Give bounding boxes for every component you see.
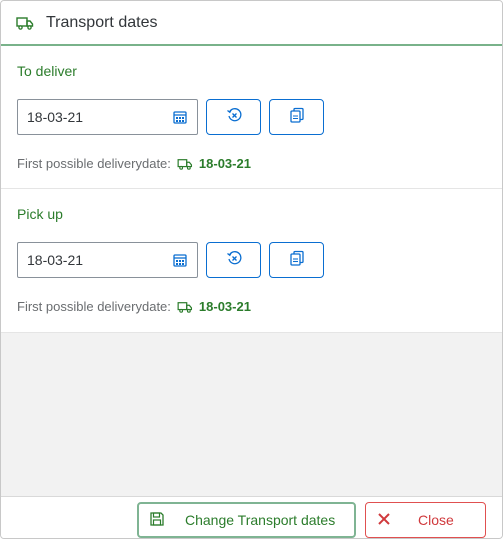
info-label: First possible deliverydate: <box>17 156 171 171</box>
calendar-icon[interactable] <box>173 253 187 272</box>
close-button[interactable]: Close <box>365 502 486 538</box>
section-label: To deliver <box>17 63 77 79</box>
to-deliver-section: To deliver 18-03-21 First possible deliv… <box>1 46 502 189</box>
first-possible-delivery-info: First possible deliverydate: 18-03-21 <box>17 299 251 314</box>
change-button-label: Change Transport dates <box>185 512 336 528</box>
truck-icon <box>177 158 193 170</box>
reset-icon <box>226 250 242 271</box>
section-label: Pick up <box>17 206 63 222</box>
change-transport-dates-button[interactable]: Change Transport dates <box>137 502 356 538</box>
date-input[interactable] <box>18 100 168 134</box>
pick-up-section: Pick up 18-03-21 First possible delivery… <box>1 189 502 333</box>
info-label: First possible deliverydate: <box>17 299 171 314</box>
close-icon <box>378 512 390 528</box>
copy-icon <box>289 107 305 128</box>
dialog-header: Transport dates <box>1 1 502 46</box>
dialog-footer: Change Transport dates Close <box>1 496 502 538</box>
reset-date-button[interactable] <box>206 242 261 278</box>
info-date: 18-03-21 <box>198 299 251 314</box>
dialog-title: Transport dates <box>46 13 158 31</box>
copy-icon <box>289 250 305 271</box>
truck-icon <box>177 301 193 313</box>
save-icon <box>149 511 165 530</box>
date-input[interactable] <box>18 243 168 277</box>
transport-dates-dialog: Transport dates To deliver 18-03-21 Firs… <box>0 0 503 539</box>
calendar-icon[interactable] <box>173 110 187 129</box>
truck-icon <box>16 16 34 30</box>
copy-date-button[interactable] <box>269 99 324 135</box>
info-date: 18-03-21 <box>198 156 251 171</box>
date-field[interactable] <box>17 99 198 135</box>
first-possible-delivery-info: First possible deliverydate: 18-03-21 <box>17 156 251 171</box>
reset-icon <box>226 107 242 128</box>
copy-date-button[interactable] <box>269 242 324 278</box>
reset-date-button[interactable] <box>206 99 261 135</box>
date-field[interactable] <box>17 242 198 278</box>
close-button-label: Close <box>418 512 454 528</box>
